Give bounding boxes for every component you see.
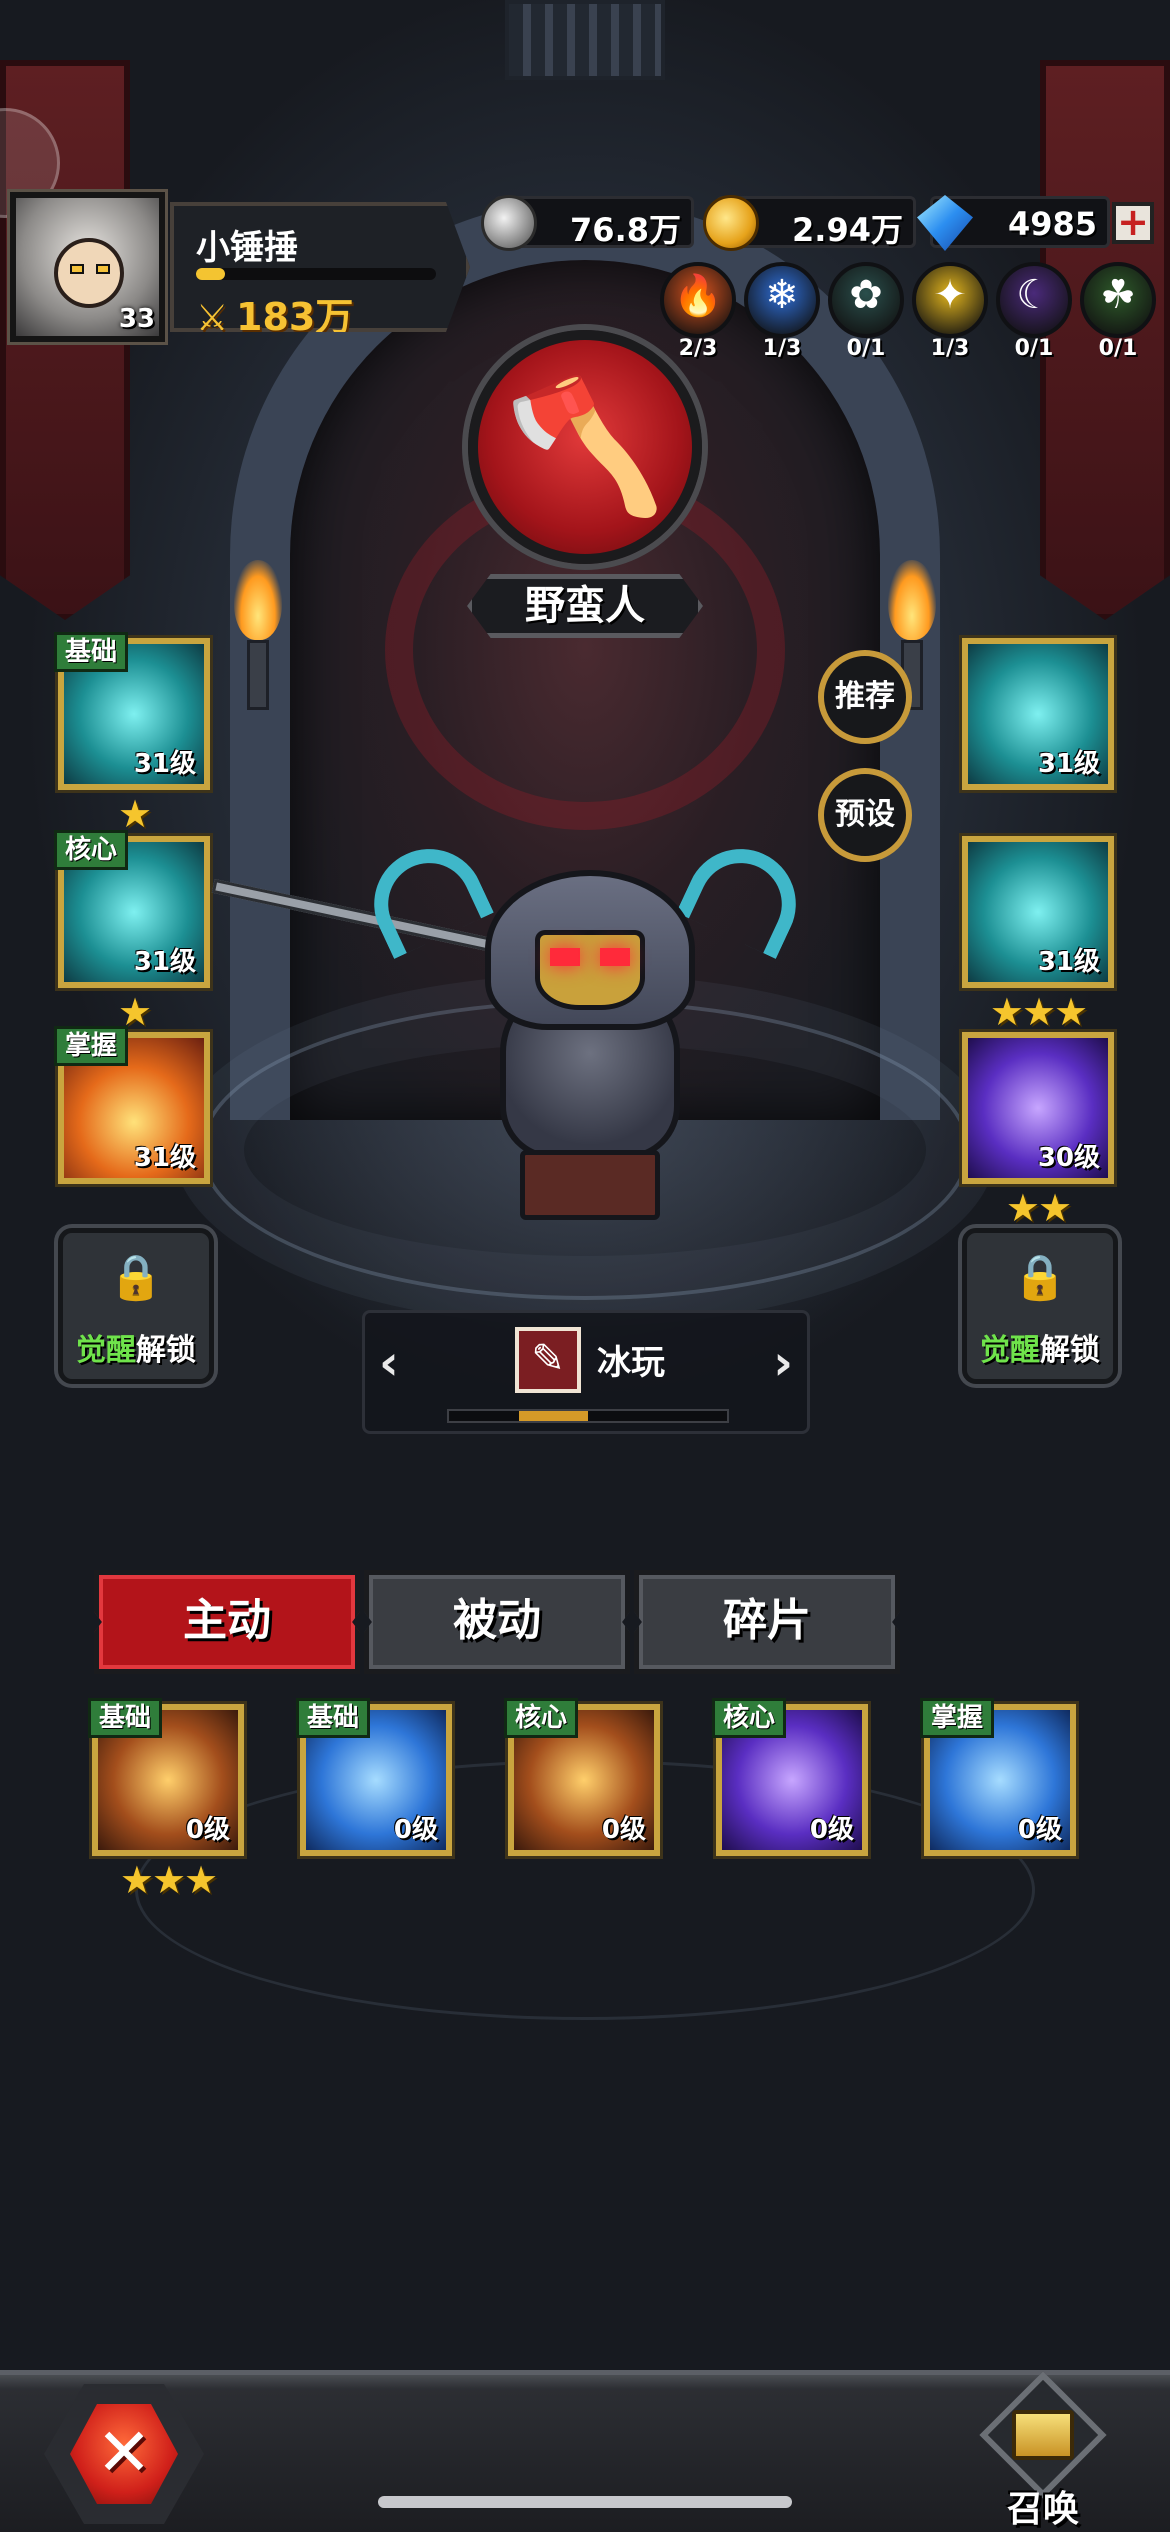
player-card[interactable]: 33 小锤捶 ⚔ 183万 — [10, 192, 470, 342]
tab-active-skills[interactable]: 主动 — [94, 1570, 360, 1674]
skill-tag: 掌握 — [920, 1698, 995, 1738]
skill-level: 31级 — [1037, 749, 1100, 779]
class-name: 野蛮人 — [467, 574, 703, 638]
summon-label: 召唤 — [1006, 2489, 1079, 2530]
skill-tag: 核心 — [54, 830, 129, 870]
skill-card[interactable]: 核心 0级 — [712, 1698, 868, 1856]
skill-level: 31级 — [133, 947, 196, 977]
exp-bar — [196, 268, 436, 280]
skin-selector: ‹ ✎ 冰玩 › — [362, 1310, 810, 1434]
avatar[interactable]: 33 — [10, 192, 165, 342]
element-count: 2/3 — [678, 336, 718, 361]
skill-level: 0级 — [1017, 1815, 1062, 1845]
skin-name: 冰玩 — [597, 1343, 665, 1383]
skill-level: 30级 — [1037, 1143, 1100, 1173]
skill-level: 31级 — [1037, 947, 1100, 977]
diamond-amount: 4985 — [1007, 205, 1097, 243]
skill-tag: 基础 — [54, 632, 129, 672]
equipped-skill-left-2[interactable]: 核心 31级 ★ — [54, 830, 210, 1034]
skill-level: 31级 — [133, 1143, 196, 1173]
skill-tag: 基础 — [296, 1698, 371, 1738]
prev-skin-button[interactable]: ‹ — [379, 1335, 399, 1391]
skill-card[interactable]: 核心 0级 — [504, 1698, 660, 1856]
avatar-face — [54, 238, 124, 308]
skill-card[interactable]: 基础 0级 ★★★ — [88, 1698, 244, 1902]
silver-coin-icon — [481, 195, 537, 251]
equipped-skill-left-3[interactable]: 掌握 31级 — [54, 1026, 210, 1184]
skill-stars: ★★★ — [989, 990, 1088, 1034]
skill-level: 0级 — [809, 1815, 854, 1845]
gold-currency: 2.94万 — [703, 195, 916, 251]
player-level: 33 — [118, 304, 155, 334]
preset-button[interactable]: 预设 — [818, 768, 912, 862]
add-diamond-button[interactable]: + — [1112, 202, 1154, 244]
skill-level: 0级 — [185, 1815, 230, 1845]
tab-passive-skills[interactable]: 被动 — [364, 1570, 630, 1674]
skill-card[interactable]: 基础 0级 — [296, 1698, 452, 1856]
element-count: 1/3 — [762, 336, 802, 361]
element-glyph: ❄ — [765, 272, 799, 318]
equipped-skill-left-1[interactable]: 基础 31级 ★ — [54, 632, 210, 836]
element-count: 0/1 — [846, 336, 886, 361]
dark-element-icon[interactable]: ☾ 0/1 — [996, 262, 1072, 361]
left-torch — [228, 560, 288, 710]
silver-amount: 76.8万 — [570, 211, 681, 249]
equipped-skill-right-1[interactable]: 31级 — [962, 638, 1114, 790]
summon-book-icon — [1012, 2410, 1074, 2460]
nature-element-icon[interactable]: ✿ 0/1 — [828, 262, 904, 361]
combat-power: ⚔ 183万 — [196, 286, 354, 339]
lock-icon: 🔒 — [108, 1252, 164, 1303]
class-emblem[interactable]: 🪓 — [468, 330, 702, 564]
gold-amount: 2.94万 — [792, 211, 903, 249]
axe-icon: 🪓 — [504, 370, 666, 522]
skill-tag: 核心 — [504, 1698, 579, 1738]
skill-stars: ★★★ — [119, 1858, 218, 1902]
skill-tag: 核心 — [712, 1698, 787, 1738]
fire-element-icon[interactable]: 🔥 2/3 — [660, 262, 736, 361]
home-indicator[interactable] — [378, 2496, 792, 2508]
recommend-button[interactable]: 推荐 — [818, 650, 912, 744]
lock-icon: 🔒 — [1012, 1252, 1068, 1303]
skill-tag: 基础 — [88, 1698, 163, 1738]
element-count: 1/3 — [930, 336, 970, 361]
element-glyph: ☾ — [1016, 272, 1052, 318]
hero-character[interactable] — [211, 830, 814, 1230]
element-count: 0/1 — [1014, 336, 1054, 361]
name-plate: 小锤捶 ⚔ 183万 — [170, 202, 470, 332]
poison-element-icon[interactable]: ☘ 0/1 — [1080, 262, 1156, 361]
tab-fragments[interactable]: 碎片 — [634, 1570, 900, 1674]
element-count: 0/1 — [1098, 336, 1138, 361]
summon-button[interactable]: 召唤 — [968, 2371, 1118, 2530]
skill-level: 31级 — [133, 749, 196, 779]
skin-page-indicator — [447, 1409, 729, 1423]
element-glyph: ✿ — [849, 272, 883, 318]
equipped-skill-right-2[interactable]: 31级 ★★★ — [962, 836, 1114, 1034]
equipped-skill-right-3[interactable]: 30级 ★★ — [962, 1032, 1114, 1230]
skill-level: 0级 — [601, 1815, 646, 1845]
close-icon: ✕ — [70, 2404, 178, 2504]
silver-currency: 76.8万 — [481, 195, 694, 251]
awaken-unlock-label: 觉醒解锁 — [980, 1333, 1100, 1368]
skill-level: 0级 — [393, 1815, 438, 1845]
crossed-swords-icon: ⚔ — [196, 298, 229, 339]
skill-tag: 掌握 — [54, 1026, 129, 1066]
next-skin-button[interactable]: › — [773, 1335, 793, 1391]
awaken-slot-right[interactable]: 🔒 觉醒解锁 — [962, 1228, 1118, 1384]
combat-power-value: 183万 — [236, 295, 354, 339]
element-glyph: ✦ — [933, 272, 967, 318]
ice-element-icon[interactable]: ❄ 1/3 — [744, 262, 820, 361]
skill-card[interactable]: 掌握 0级 — [920, 1698, 1076, 1856]
light-element-icon[interactable]: ✦ 1/3 — [912, 262, 988, 361]
diamond-currency: 4985 — [917, 195, 1110, 251]
player-name: 小锤捶 — [196, 228, 298, 268]
element-glyph: 🔥 — [673, 273, 723, 319]
awaken-slot-left[interactable]: 🔒 觉醒解锁 — [58, 1228, 214, 1384]
awaken-unlock-label: 觉醒解锁 — [76, 1333, 196, 1368]
gold-coin-icon — [703, 195, 759, 251]
skill-stars: ★★ — [1005, 1186, 1072, 1230]
skin-brush-icon: ✎ — [515, 1327, 581, 1393]
ceiling-grate — [505, 0, 665, 80]
element-glyph: ☘ — [1100, 272, 1136, 318]
